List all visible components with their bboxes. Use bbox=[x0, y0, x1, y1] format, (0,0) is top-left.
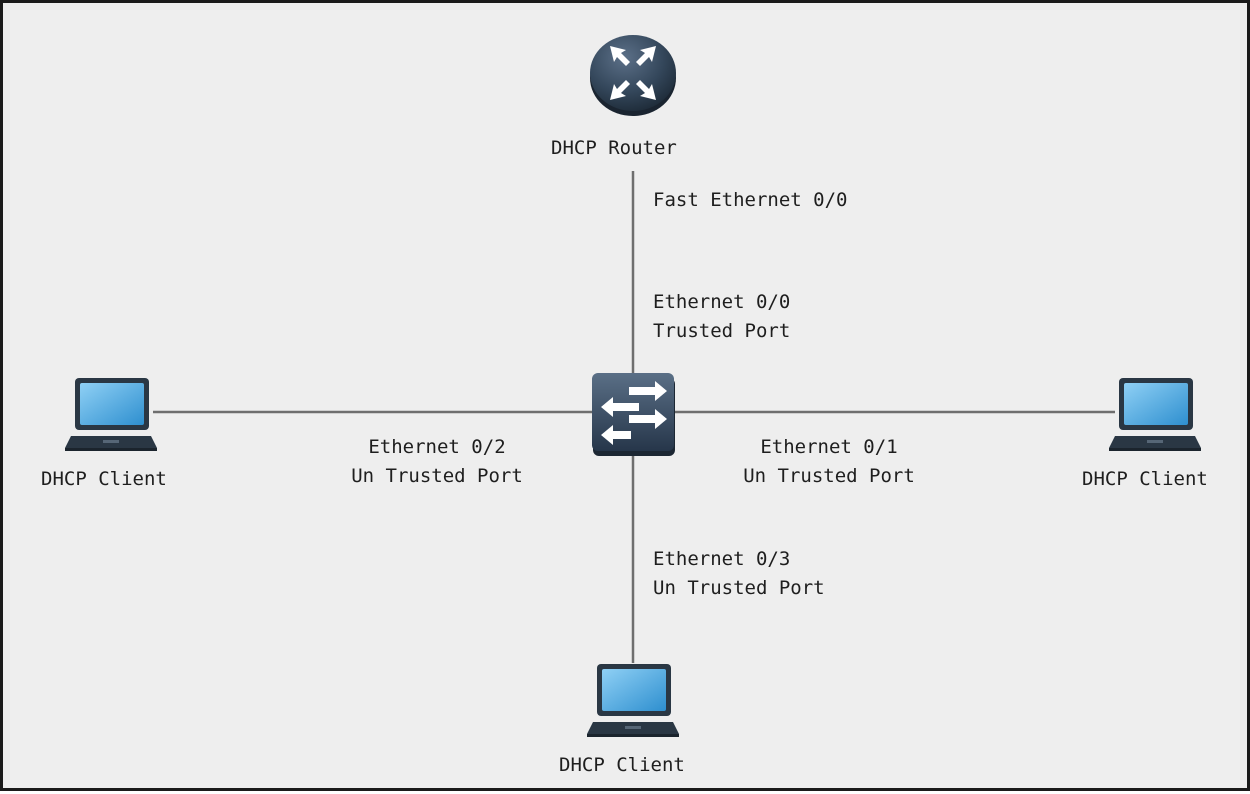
dhcp-client-left[interactable] bbox=[65, 376, 157, 457]
port-e0-3-label: Ethernet 0/3 Un Trusted Port bbox=[653, 545, 825, 603]
router-interface-label: Fast Ethernet 0/0 bbox=[653, 189, 848, 211]
laptop-icon bbox=[65, 378, 157, 451]
client-bottom-label: DHCP Client bbox=[559, 754, 685, 776]
port-e0-3-name: Ethernet 0/3 bbox=[653, 548, 791, 570]
port-e0-2-trust: Un Trusted Port bbox=[351, 465, 523, 487]
port-e0-2-name: Ethernet 0/2 bbox=[368, 436, 506, 458]
port-e0-0-trust: Trusted Port bbox=[653, 320, 791, 342]
switch-icon bbox=[592, 373, 675, 456]
port-e0-1-label: Ethernet 0/1 Un Trusted Port bbox=[729, 433, 929, 491]
port-e0-2-label: Ethernet 0/2 Un Trusted Port bbox=[337, 433, 537, 491]
dhcp-client-right[interactable] bbox=[1109, 376, 1201, 457]
port-e0-0-name: Ethernet 0/0 bbox=[653, 291, 791, 313]
client-left-label: DHCP Client bbox=[41, 468, 167, 490]
port-e0-0-label: Ethernet 0/0 Trusted Port bbox=[653, 288, 790, 346]
network-diagram: DHCP Router Fast Ethernet 0/0 Ethernet 0… bbox=[0, 0, 1250, 791]
laptop-icon bbox=[1109, 378, 1201, 451]
router-icon bbox=[590, 35, 676, 116]
port-e0-1-trust: Un Trusted Port bbox=[743, 465, 915, 487]
port-e0-1-name: Ethernet 0/1 bbox=[760, 436, 898, 458]
dhcp-router[interactable] bbox=[588, 28, 678, 123]
client-right-label: DHCP Client bbox=[1082, 468, 1208, 490]
router-label: DHCP Router bbox=[551, 137, 677, 159]
dhcp-client-bottom[interactable] bbox=[587, 662, 679, 743]
switch[interactable] bbox=[591, 372, 677, 463]
port-e0-3-trust: Un Trusted Port bbox=[653, 577, 825, 599]
laptop-icon bbox=[587, 664, 679, 737]
